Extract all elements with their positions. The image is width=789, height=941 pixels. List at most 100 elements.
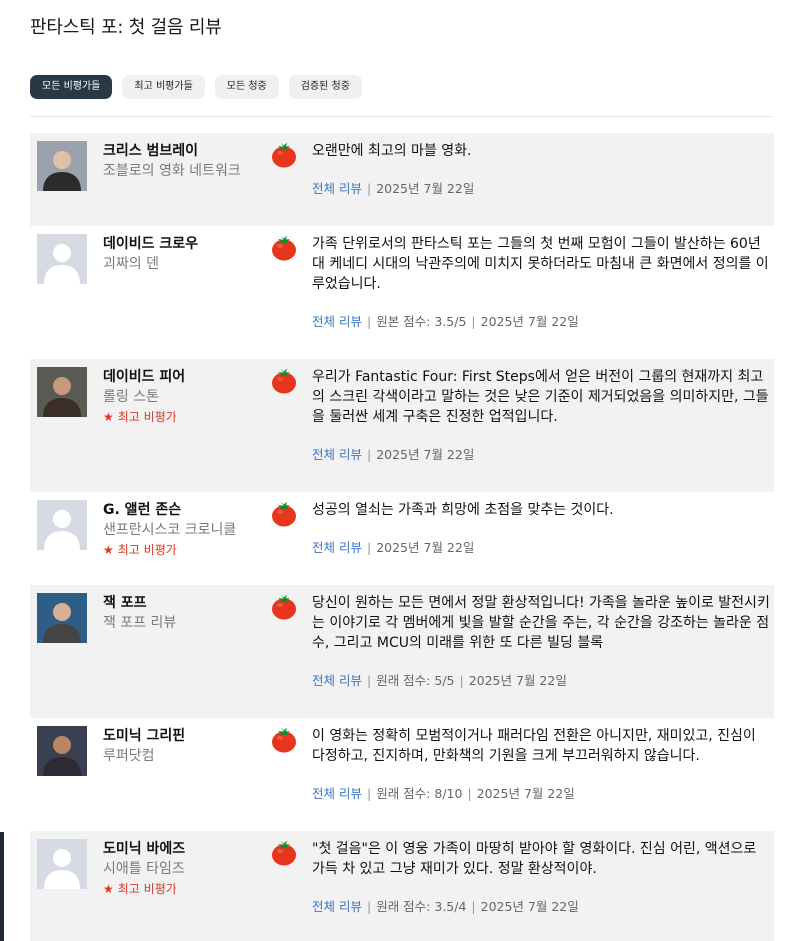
critic-name[interactable]: 잭 포프 [103,593,273,613]
full-review-link[interactable]: 전체 리뷰 [312,673,362,688]
fresh-tomato-icon [270,726,298,754]
publication-name[interactable]: 시애틀 타임즈 [103,859,273,879]
full-review-link[interactable]: 전체 리뷰 [312,786,362,801]
star-icon: ★ [103,543,114,557]
original-score: 원래 점수: 3.5/4 [376,899,467,914]
full-review-link[interactable]: 전체 리뷰 [312,181,362,196]
critic-name[interactable]: 도미닉 바에즈 [103,839,273,859]
full-review-link[interactable]: 전체 리뷰 [312,447,362,462]
critic-name[interactable]: 크리스 범브레이 [103,141,273,161]
publication-name[interactable]: 샌프란시스코 크로니클 [103,520,273,540]
top-critic-badge: ★ 최고 비평가 [103,540,273,560]
review-row: 도미닉 그리핀 루퍼닷컴 이 영화는 정확히 모범적이거나 패러다임 전환은 아니지… [30,718,774,831]
top-critic-label: 최고 비평가 [117,882,177,896]
review-date: 2025년 7월 22일 [476,786,575,801]
critic-name[interactable]: 데이비드 피어 [103,367,273,387]
review-row: 잭 포프 잭 포프 리뷰 당신이 원하는 모든 면에서 정말 환상적입니다! 가족을… [30,585,774,718]
publication-name[interactable]: 잭 포프 리뷰 [103,613,273,633]
review-row: 도미닉 바에즈 시애틀 타임즈 ★ 최고 비평가 "첫 걸음"은 이 영웅 가족이 마땅… [30,831,774,941]
star-icon: ★ [103,882,114,896]
fresh-tomato-icon [270,141,298,169]
review-quote: 가족 단위로서의 판타스틱 포는 그들의 첫 번째 모험이 그들이 발산하는 6… [312,236,769,292]
meta-separator: | [366,899,372,914]
review-meta: 전체 리뷰 | 원래 점수: 8/10 | 2025년 7월 22일 [312,784,575,804]
meta-separator: | [471,314,476,329]
critic-avatar[interactable] [37,726,87,776]
fresh-tomato-icon [270,234,298,262]
page-title: 판타스틱 포: 첫 걸음 리뷰 [30,17,222,38]
review-meta: 전체 리뷰 | 원래 점수: 5/5 | 2025년 7월 22일 [312,671,567,691]
divider [30,116,774,117]
review-date: 2025년 7월 22일 [480,899,579,914]
critic-avatar[interactable] [37,367,87,417]
meta-separator: | [366,447,372,462]
review-quote: 오랜만에 최고의 마블 영화. [312,143,472,159]
review-meta: 전체 리뷰 | 원본 점수: 3.5/5 | 2025년 7월 22일 [312,312,579,332]
critic-info: 크리스 범브레이 조블로의 영화 네트워크 [103,141,273,181]
critic-info: 도미닉 바에즈 시애틀 타임즈 ★ 최고 비평가 [103,839,273,899]
review-row: 데이비드 피어 롤링 스톤 ★ 최고 비평가 우리가 Fantastic Four: F… [30,359,774,492]
filter-all-audience[interactable]: 모든 청중 [214,75,279,99]
review-quote: 이 영화는 정확히 모범적이거나 패러다임 전환은 아니지만, 재미있고, 진심… [312,728,756,764]
critic-avatar[interactable] [37,141,87,191]
filter-bar: 모든 비평가들 최고 비평가들 모든 청중 검증된 청중 [30,75,362,99]
meta-separator: | [366,181,372,196]
meta-separator: | [467,786,472,801]
review-date: 2025년 7월 22일 [376,447,475,462]
meta-separator: | [471,899,476,914]
critic-info: 도미닉 그리핀 루퍼닷컴 [103,726,273,766]
review-row: 데이비드 크로우 괴짜의 덴 가족 단위로서의 판타스틱 포는 그들의 첫 번째 모… [30,226,774,359]
page: 판타스틱 포: 첫 걸음 리뷰 모든 비평가들 최고 비평가들 모든 청중 검증… [0,0,789,941]
critic-info: 데이비드 크로우 괴짜의 덴 [103,234,273,274]
fresh-tomato-icon [270,500,298,528]
review-row: 크리스 범브레이 조블로의 영화 네트워크 오랜만에 최고의 마블 영화. 전체 리뷰… [30,133,774,226]
default-avatar-icon[interactable] [37,234,87,284]
review-date: 2025년 7월 22일 [468,673,567,688]
meta-separator: | [366,786,372,801]
meta-separator: | [366,314,372,329]
fresh-tomato-icon [270,367,298,395]
critic-name[interactable]: 데이비드 크로우 [103,234,273,254]
review-list: 크리스 범브레이 조블로의 영화 네트워크 오랜만에 최고의 마블 영화. 전체 리뷰… [30,133,774,941]
critic-name[interactable]: G. 앨런 존슨 [103,500,273,520]
review-quote: 당신이 원하는 모든 면에서 정말 환상적입니다! 가족을 놀라운 높이로 발전… [312,595,770,651]
fresh-tomato-icon [270,839,298,867]
full-review-link[interactable]: 전체 리뷰 [312,314,362,329]
original-score: 원래 점수: 8/10 [376,786,463,801]
scroll-edge [0,832,4,941]
review-row: G. 앨런 존슨 샌프란시스코 크로니클 ★ 최고 비평가 성공의 열쇠는 가족과 희망… [30,492,774,585]
full-review-link[interactable]: 전체 리뷰 [312,899,362,914]
default-avatar-icon[interactable] [37,500,87,550]
filter-verified-audience[interactable]: 검증된 청중 [288,75,362,99]
review-meta: 전체 리뷰 | 원래 점수: 3.5/4 | 2025년 7월 22일 [312,897,579,917]
meta-separator: | [366,673,372,688]
filter-top-critics[interactable]: 최고 비평가들 [122,75,205,99]
review-quote: 성공의 열쇠는 가족과 희망에 초점을 맞추는 것이다. [312,502,614,518]
review-date: 2025년 7월 22일 [376,181,475,196]
publication-name[interactable]: 루퍼닷컴 [103,746,273,766]
full-review-link[interactable]: 전체 리뷰 [312,540,362,555]
meta-separator: | [459,673,464,688]
original-score: 원래 점수: 5/5 [376,673,455,688]
review-date: 2025년 7월 22일 [480,314,579,329]
star-icon: ★ [103,410,114,424]
review-meta: 전체 리뷰 | 2025년 7월 22일 [312,179,474,199]
review-quote: 우리가 Fantastic Four: First Steps에서 얻은 버전이… [312,369,769,425]
filter-all-critics[interactable]: 모든 비평가들 [30,75,113,99]
top-critic-label: 최고 비평가 [117,410,177,424]
original-score: 원본 점수: 3.5/5 [376,314,467,329]
critic-name[interactable]: 도미닉 그리핀 [103,726,273,746]
critic-info: 데이비드 피어 롤링 스톤 ★ 최고 비평가 [103,367,273,427]
top-critic-badge: ★ 최고 비평가 [103,407,273,427]
publication-name[interactable]: 괴짜의 덴 [103,254,273,274]
review-quote: "첫 걸음"은 이 영웅 가족이 마땅히 받아야 할 영화이다. 진심 어린, … [312,841,757,877]
publication-name[interactable]: 조블로의 영화 네트워크 [103,161,273,181]
meta-separator: | [366,540,372,555]
top-critic-badge: ★ 최고 비평가 [103,879,273,899]
default-avatar-icon[interactable] [37,839,87,889]
review-meta: 전체 리뷰 | 2025년 7월 22일 [312,445,474,465]
critic-avatar[interactable] [37,593,87,643]
publication-name[interactable]: 롤링 스톤 [103,387,273,407]
top-critic-label: 최고 비평가 [117,543,177,557]
critic-info: G. 앨런 존슨 샌프란시스코 크로니클 ★ 최고 비평가 [103,500,273,560]
